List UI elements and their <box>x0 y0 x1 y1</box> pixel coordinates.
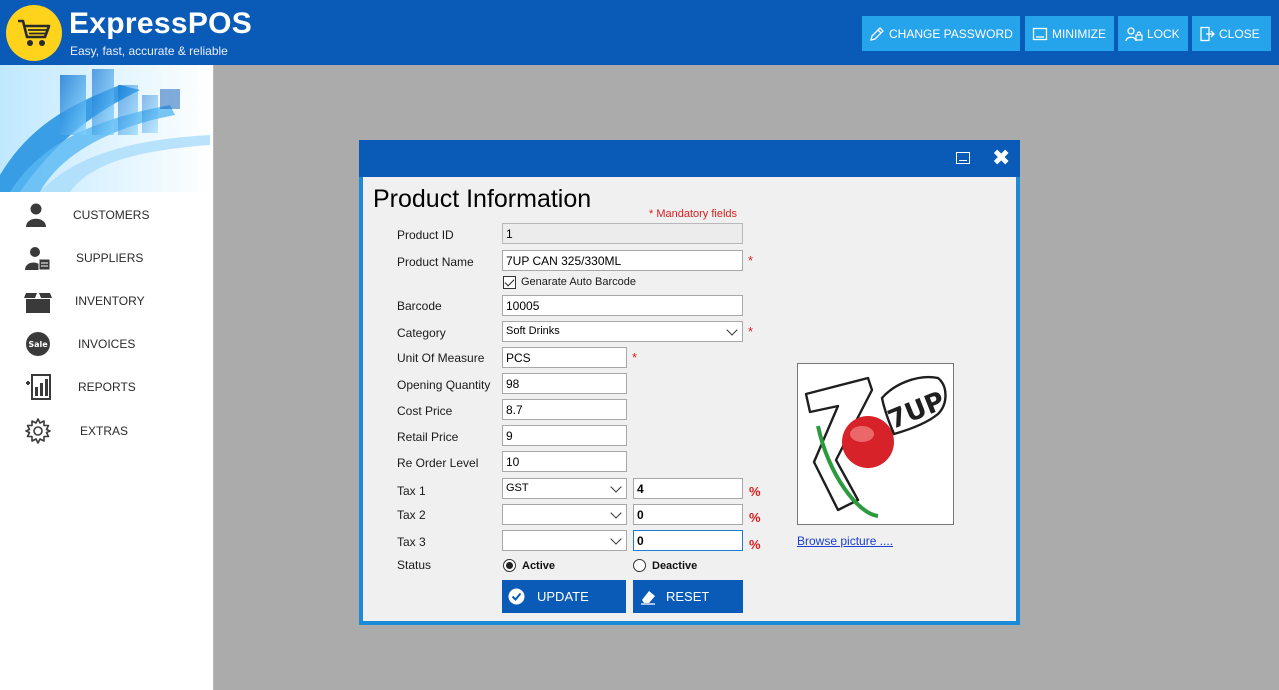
product-logo-image: 7UP <box>804 375 949 518</box>
dialog-minimize-icon[interactable] <box>956 152 970 164</box>
required-star: * <box>632 350 638 365</box>
tax2-value-field[interactable]: 0 <box>633 504 743 525</box>
reset-label: RESET <box>666 589 710 604</box>
update-label: UPDATE <box>537 589 589 604</box>
barcode-label: Barcode <box>397 299 442 313</box>
opening-qty-field[interactable]: 98 <box>502 373 627 394</box>
chevron-down-icon <box>610 533 622 545</box>
category-value: Soft Drinks <box>506 325 560 337</box>
cost-price-label: Cost Price <box>397 404 453 418</box>
close-label: CLOSE <box>1219 26 1260 41</box>
retail-price-label: Retail Price <box>397 430 459 444</box>
pencil-icon <box>870 26 884 41</box>
retail-price-field[interactable]: 9 <box>502 425 627 446</box>
tax3-label: Tax 3 <box>397 535 426 549</box>
product-name-field[interactable]: 7UP CAN 325/330ML <box>502 250 743 271</box>
product-picture: 7UP <box>797 363 954 525</box>
sidebar-item-label: REPORTS <box>78 380 136 394</box>
reset-button[interactable]: RESET <box>633 580 743 613</box>
status-deactive-radio[interactable] <box>633 559 646 572</box>
eraser-icon <box>641 591 655 605</box>
gear-icon <box>25 418 51 444</box>
sidebar-item-invoices[interactable]: Sale INVOICES <box>0 324 213 364</box>
dialog-body: Product Information * Mandatory fields P… <box>363 177 1016 621</box>
dialog-header: ✖ <box>359 140 1020 177</box>
product-dialog: ✖ Product Information * Mandatory fields… <box>359 140 1020 625</box>
top-bar: ExpressPOS Easy, fast, accurate & reliab… <box>0 0 1279 65</box>
check-circle-icon <box>508 588 525 605</box>
product-name-label: Product Name <box>397 255 474 269</box>
percent-sign: % <box>749 537 761 552</box>
change-password-label: CHANGE PASSWORD <box>889 26 1013 41</box>
tax2-select[interactable] <box>502 504 627 525</box>
app-subtitle: Easy, fast, accurate & reliable <box>70 44 228 58</box>
sidebar-item-reports[interactable]: REPORTS <box>0 367 213 407</box>
supplier-icon <box>25 247 51 271</box>
app-title: ExpressPOS <box>69 7 253 40</box>
minimize-label: MINIMIZE <box>1052 26 1106 41</box>
required-star: * <box>748 253 754 268</box>
sidebar-item-extras[interactable]: EXTRAS <box>0 411 213 451</box>
update-button[interactable]: UPDATE <box>502 580 626 613</box>
change-password-button[interactable]: CHANGE PASSWORD <box>862 16 1020 51</box>
tax3-value-field[interactable]: 0 <box>633 530 743 551</box>
status-active-radio[interactable] <box>503 559 516 572</box>
required-star: * <box>748 324 754 339</box>
chevron-down-icon <box>610 481 622 493</box>
tax1-value-field[interactable]: 4 <box>633 478 743 499</box>
reorder-level-label: Re Order Level <box>397 456 479 470</box>
category-select[interactable]: Soft Drinks <box>502 321 743 342</box>
cost-price-field[interactable]: 8.7 <box>502 399 627 420</box>
user-icon <box>26 203 46 227</box>
sidebar-item-label: CUSTOMERS <box>73 208 150 222</box>
minimize-icon <box>1032 27 1048 40</box>
percent-sign: % <box>749 510 761 525</box>
tax3-select[interactable] <box>502 530 627 551</box>
exit-door-icon <box>1200 26 1215 41</box>
report-chart-icon <box>26 374 51 400</box>
tax2-label: Tax 2 <box>397 508 426 522</box>
sale-badge-icon: Sale <box>26 332 50 356</box>
lock-label: LOCK <box>1147 26 1180 41</box>
sidebar-item-label: SUPPLIERS <box>76 251 144 265</box>
sidebar-item-suppliers[interactable]: SUPPLIERS <box>0 238 213 278</box>
svg-text:Sale: Sale <box>28 340 48 349</box>
minimize-button[interactable]: MINIMIZE <box>1025 16 1114 51</box>
opening-qty-label: Opening Quantity <box>397 378 491 392</box>
tax1-label: Tax 1 <box>397 484 426 498</box>
tax1-type: GST <box>506 482 529 494</box>
product-id-field[interactable]: 1 <box>502 223 743 244</box>
category-label: Category <box>397 326 446 340</box>
tax1-select[interactable]: GST <box>502 478 627 499</box>
barcode-field[interactable]: 10005 <box>502 295 743 316</box>
reorder-level-field[interactable]: 10 <box>502 451 627 472</box>
form-title: Product Information <box>373 185 592 213</box>
sidebar-item-label: INVENTORY <box>75 294 145 308</box>
sidebar-banner-image <box>0 65 213 192</box>
percent-sign: % <box>749 484 761 499</box>
chevron-down-icon <box>610 507 622 519</box>
sidebar-item-label: EXTRAS <box>80 424 129 438</box>
sidebar-item-customers[interactable]: CUSTOMERS <box>0 195 213 235</box>
auto-barcode-checkbox[interactable] <box>503 276 516 289</box>
status-active-label: Active <box>522 560 556 572</box>
unit-label: Unit Of Measure <box>397 351 485 365</box>
chevron-down-icon <box>726 324 738 336</box>
status-label: Status <box>397 558 432 572</box>
status-deactive-label: Deactive <box>652 560 698 572</box>
browse-picture-link[interactable]: Browse picture .... <box>797 534 893 548</box>
lock-button[interactable]: LOCK <box>1118 16 1188 51</box>
close-app-button[interactable]: CLOSE <box>1192 16 1271 51</box>
cart-logo-icon <box>6 5 62 61</box>
box-icon <box>24 293 52 313</box>
sidebar-item-inventory[interactable]: INVENTORY <box>0 281 213 321</box>
lock-user-icon <box>1125 26 1143 41</box>
sidebar-item-label: INVOICES <box>78 337 136 351</box>
sidebar: CUSTOMERS SUPPLIERS INVENTORY Sale INVOI… <box>0 65 214 690</box>
mandatory-note: * Mandatory fields <box>649 208 738 220</box>
product-id-label: Product ID <box>397 228 454 242</box>
auto-barcode-label: Genarate Auto Barcode <box>521 276 636 288</box>
unit-field[interactable]: PCS <box>502 347 627 368</box>
dialog-close-icon[interactable]: ✖ <box>992 147 1010 169</box>
